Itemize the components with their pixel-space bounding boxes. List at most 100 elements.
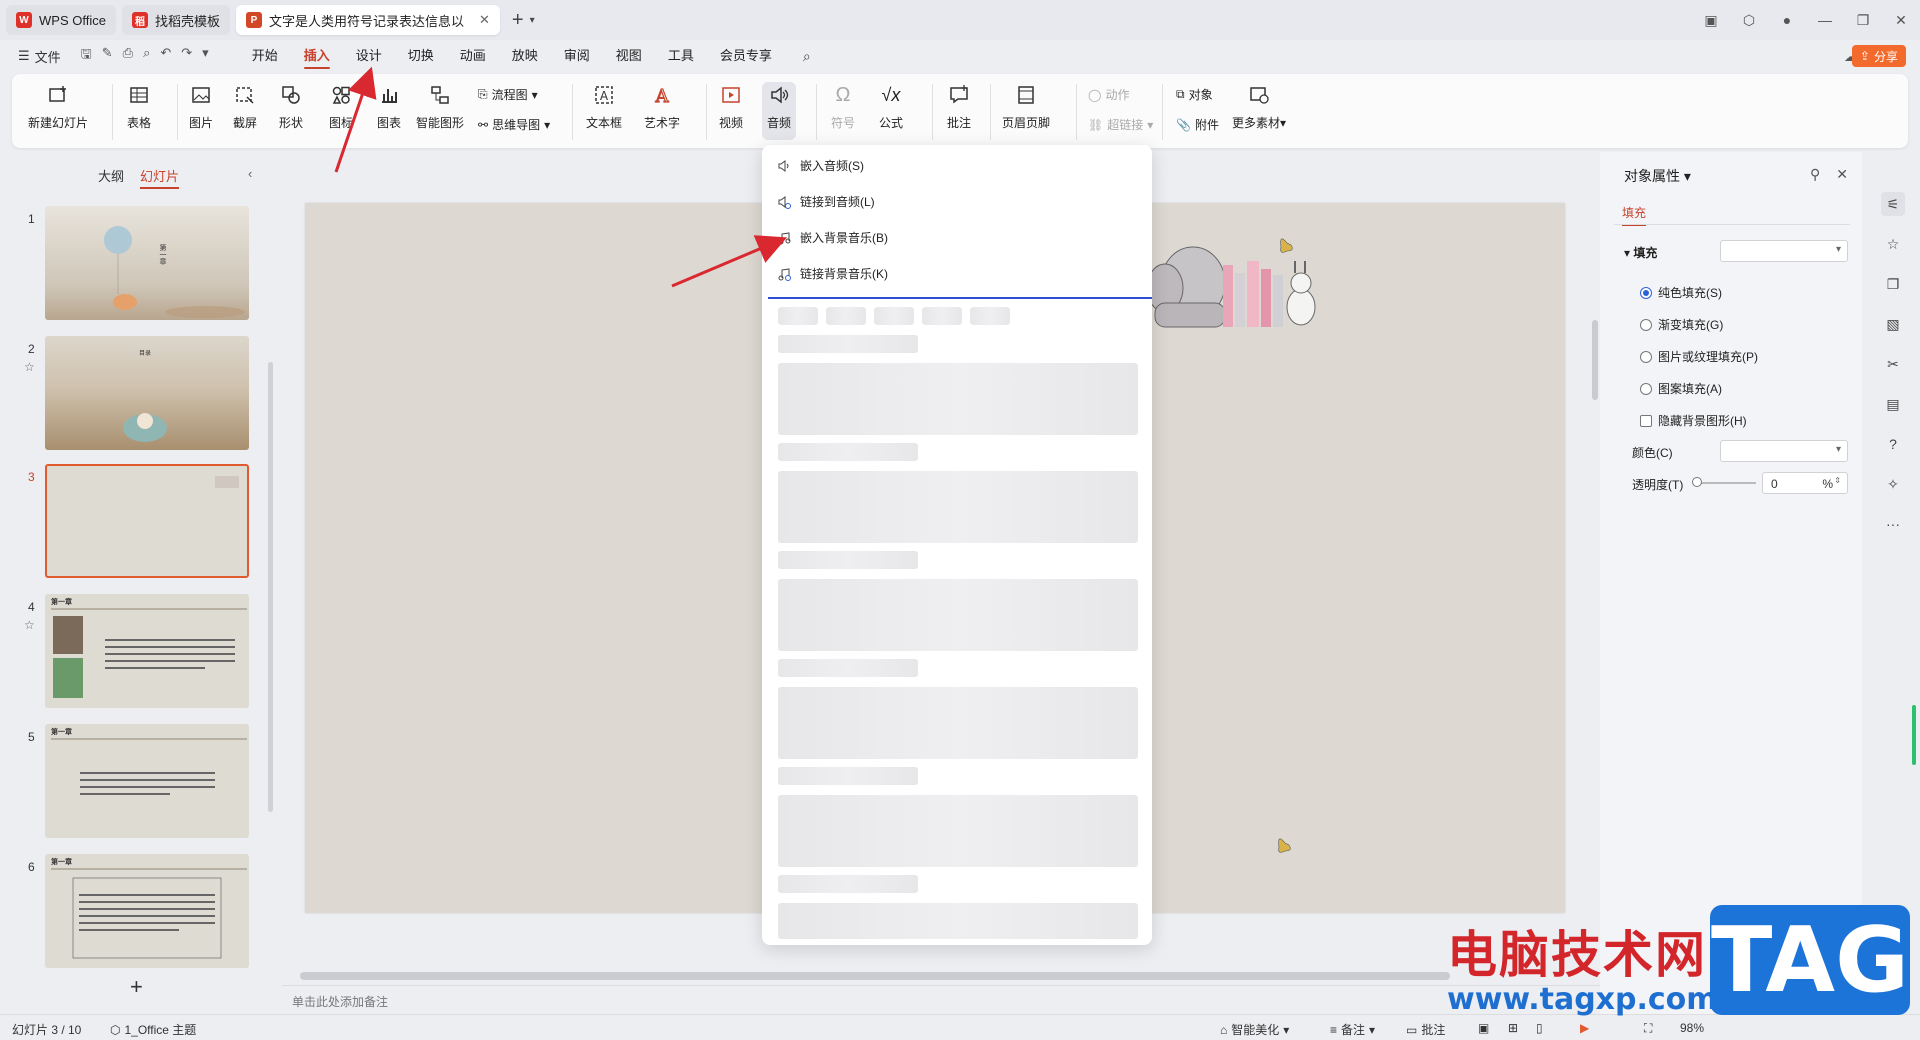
radio[interactable] <box>1640 318 1652 331</box>
notes-toggle[interactable]: ≡ 备注 ▾ <box>1330 1021 1375 1038</box>
collapse-panel-icon[interactable]: ‹ <box>248 166 252 181</box>
pin-icon[interactable]: ⚲ <box>1810 166 1820 183</box>
restore-icon[interactable]: ❐ <box>1844 12 1882 29</box>
flowchart-button[interactable]: ⎘ 流程图 ▾ <box>478 86 538 103</box>
smart-beautify-button[interactable]: ⌂ 智能美化 ▾ <box>1220 1021 1289 1038</box>
slide-thumbnail-6[interactable]: 第一章 <box>45 854 249 968</box>
menu-animation[interactable]: 动画 <box>447 40 499 72</box>
slide-thumbnail-4[interactable]: 第一章 <box>45 594 249 708</box>
menu-view[interactable]: 视图 <box>603 40 655 72</box>
tab-outline[interactable]: 大纲 <box>98 166 124 189</box>
menu-insert[interactable]: 插入 <box>291 40 343 72</box>
radio[interactable] <box>1640 350 1652 363</box>
gradient-fill-option[interactable]: 渐变填充(G) <box>1640 316 1723 333</box>
shape-button[interactable]: 形状 <box>278 82 304 131</box>
properties-icon[interactable]: ⚟ <box>1881 192 1905 216</box>
help-icon[interactable]: ? <box>1881 432 1905 456</box>
link-bg-music-item[interactable]: 链接背景音乐(K) <box>776 265 888 282</box>
image-icon[interactable]: ▧ <box>1881 312 1905 336</box>
theme-indicator[interactable]: ⬡ 1_Office 主题 <box>110 1021 196 1038</box>
tools-icon[interactable]: ✂ <box>1881 352 1905 376</box>
tab-wps-office[interactable]: W WPS Office <box>6 5 116 35</box>
menu-home[interactable]: 开始 <box>239 40 291 72</box>
file-menu[interactable]: ☰ 文件 <box>18 47 61 66</box>
tab-daoke-template[interactable]: 稻 找稻壳模板 <box>121 5 230 35</box>
cube-icon[interactable]: ⬡ <box>1730 12 1768 29</box>
play-icon[interactable]: ▶ <box>1580 1021 1589 1035</box>
screenshot-button[interactable]: 截屏 <box>232 82 258 131</box>
action-button[interactable]: ◯ 动作 <box>1088 86 1129 103</box>
solid-fill-option[interactable]: 纯色填充(S) <box>1640 284 1722 301</box>
add-slide-button[interactable]: + <box>130 974 143 1000</box>
mindmap-button[interactable]: ⚯ 思维导图 ▾ <box>478 116 550 133</box>
transparency-slider[interactable] <box>1696 482 1756 484</box>
comment-toggle[interactable]: ▭ 批注 <box>1406 1021 1445 1038</box>
tab-presentation[interactable]: P 文字是人类用符号记录表达信息以 ✕ <box>235 5 500 35</box>
menu-design[interactable]: 设计 <box>343 40 395 72</box>
more-icon[interactable]: ··· <box>1881 512 1905 536</box>
attachment-button[interactable]: 📎 附件 <box>1176 116 1219 133</box>
audio-button[interactable]: 音频 <box>762 82 796 140</box>
slide-thumbnail-3[interactable] <box>45 464 249 578</box>
close-panel-icon[interactable]: ✕ <box>1836 166 1848 183</box>
book-icon[interactable]: ▤ <box>1881 392 1905 416</box>
video-button[interactable]: 视频 <box>718 82 744 131</box>
tab-fill[interactable]: 填充 <box>1622 204 1647 226</box>
fit-window-icon[interactable]: ⛶ <box>1644 1021 1652 1036</box>
canvas-horizontal-scrollbar[interactable] <box>300 972 1450 980</box>
symbol-button[interactable]: Ω 符号 <box>830 82 856 131</box>
star-icon[interactable]: ☆ <box>1881 232 1905 256</box>
textbox-button[interactable]: A 文本框 <box>586 82 622 131</box>
radio[interactable] <box>1640 382 1652 395</box>
star-icon[interactable]: ☆ <box>24 618 35 632</box>
chart-button[interactable]: 图表 <box>376 82 402 131</box>
tab-list-chevron-icon[interactable]: ▾ <box>530 15 535 26</box>
comment-button[interactable]: 批注 <box>946 82 972 131</box>
hyperlink-button[interactable]: ⛓ 超链接 ▾ <box>1088 116 1153 133</box>
copy-icon[interactable]: ❐ <box>1881 272 1905 296</box>
close-tab-icon[interactable]: ✕ <box>479 12 490 28</box>
reading-view-icon[interactable]: ▯ <box>1536 1021 1543 1035</box>
fill-type-select[interactable]: ▾ <box>1720 240 1848 262</box>
redo-icon[interactable]: ↷ <box>181 45 192 67</box>
slide-thumbnail-1[interactable]: 第一章 <box>45 206 249 320</box>
formula-button[interactable]: √x 公式 <box>878 82 904 131</box>
search-icon[interactable]: ⌕ <box>803 48 811 65</box>
more-chevron-icon[interactable]: ▾ <box>202 45 209 67</box>
slide-thumbnail-5[interactable]: 第一章 <box>45 724 249 838</box>
fill-section-toggle[interactable]: ▾ 填充 <box>1624 244 1657 261</box>
notes-pane[interactable]: 单击此处添加备注 <box>282 985 1600 1013</box>
menu-tools[interactable]: 工具 <box>655 40 707 72</box>
canvas-vertical-scrollbar[interactable] <box>1592 320 1598 400</box>
checkbox[interactable] <box>1640 414 1652 427</box>
spinner-icon[interactable]: ⇕ <box>1834 476 1841 485</box>
grid-view-icon[interactable]: ⊞ <box>1508 1021 1518 1035</box>
link-audio-item[interactable]: 链接到音频(L) <box>776 193 875 210</box>
avatar[interactable]: ● <box>1768 12 1806 28</box>
menu-transition[interactable]: 切换 <box>395 40 447 72</box>
print-icon[interactable]: ⎙ <box>123 45 133 67</box>
picture-fill-option[interactable]: 图片或纹理填充(P) <box>1640 348 1758 365</box>
new-tab-plus-icon[interactable]: + <box>512 9 524 32</box>
share-button[interactable]: ⇪ 分享 <box>1851 45 1906 67</box>
save-icon[interactable]: 🖫 <box>81 45 92 67</box>
color-select[interactable]: ▾ <box>1720 440 1848 462</box>
slide-thumbnail-2[interactable]: 目录 <box>45 336 249 450</box>
new-slide-button[interactable]: 新建幻灯片 <box>28 82 88 131</box>
menu-review[interactable]: 审阅 <box>551 40 603 72</box>
smart-graphic-button[interactable]: 智能图形 <box>416 82 464 131</box>
header-footer-button[interactable]: 页眉页脚 <box>1002 82 1050 131</box>
icon-button[interactable]: 图标 <box>328 82 354 131</box>
slider-handle[interactable] <box>1692 477 1702 487</box>
pen-icon[interactable]: ✎ <box>102 45 113 67</box>
menu-slideshow[interactable]: 放映 <box>499 40 551 72</box>
art-text-button[interactable]: A 艺术字 <box>644 82 680 131</box>
embed-audio-item[interactable]: 嵌入音频(S) <box>776 157 864 174</box>
undo-icon[interactable]: ↶ <box>160 45 171 67</box>
close-window-icon[interactable]: ✕ <box>1882 12 1920 29</box>
picture-button[interactable]: 图片 <box>188 82 214 131</box>
layout-icon[interactable]: ▣ <box>1692 12 1730 29</box>
normal-view-icon[interactable]: ▣ <box>1478 1021 1489 1035</box>
print-preview-icon[interactable]: ⌕ <box>143 45 150 67</box>
hide-bg-option[interactable]: 隐藏背景图形(H) <box>1640 412 1747 429</box>
